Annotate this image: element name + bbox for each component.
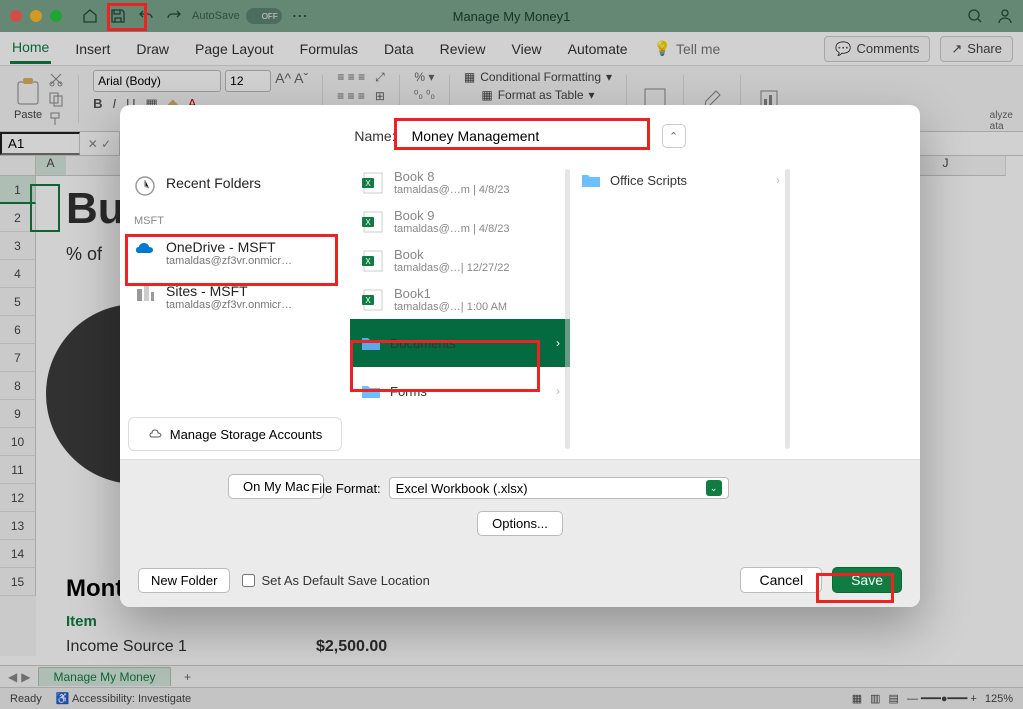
new-folder-button[interactable]: New Folder [138,568,230,593]
save-dialog: Name: ⌃ Recent Folders MSFT OneDrive - M… [120,105,920,607]
scrollbar[interactable] [785,169,790,449]
filename-input[interactable] [404,123,654,149]
options-button[interactable]: Options... [477,511,563,536]
folder-icon [360,380,382,402]
sidebar-section-msft: MSFT [128,205,342,231]
folder-forms[interactable]: Forms› [350,367,570,415]
folder-documents[interactable]: Documents› [350,319,570,367]
excel-file-icon: X [360,248,386,274]
name-label: Name: [354,128,395,144]
svg-text:X: X [365,296,371,305]
save-button[interactable]: Save [832,567,902,593]
sidebar-sites[interactable]: Sites - MSFTtamaldas@zf3vr.onmicr… [128,275,342,319]
file-item[interactable]: XBook1tamaldas@…| 1:00 AM [350,280,570,319]
clock-icon [134,175,156,197]
svg-text:X: X [365,218,371,227]
folder-office-scripts[interactable]: Office Scripts› [570,163,790,197]
folder-icon [360,332,382,354]
file-format-label: File Format: [311,481,380,496]
sidebar-onedrive[interactable]: OneDrive - MSFTtamaldas@zf3vr.onmicr… [128,231,342,275]
file-item[interactable]: XBook 9tamaldas@…m | 4/8/23 [350,202,570,241]
sites-icon [134,283,156,305]
file-item[interactable]: XBook 8tamaldas@…m | 4/8/23 [350,163,570,202]
file-format-select[interactable]: Excel Workbook (.xlsx) ⌄ [389,477,729,499]
excel-file-icon: X [360,287,386,313]
svg-text:X: X [365,179,371,188]
default-location-checkbox[interactable]: Set As Default Save Location [242,573,429,588]
expand-button[interactable]: ⌃ [662,124,686,148]
cloud-plus-icon [148,426,164,442]
folder-icon [580,169,602,191]
sidebar-recent-folders[interactable]: Recent Folders [128,167,342,205]
manage-storage-button[interactable]: Manage Storage Accounts [128,417,342,451]
file-item[interactable]: XBooktamaldas@…| 12/27/22 [350,241,570,280]
cancel-button[interactable]: Cancel [740,567,822,593]
excel-file-icon: X [360,209,386,235]
onedrive-icon [134,239,156,261]
svg-text:X: X [365,257,371,266]
excel-file-icon: X [360,170,386,196]
